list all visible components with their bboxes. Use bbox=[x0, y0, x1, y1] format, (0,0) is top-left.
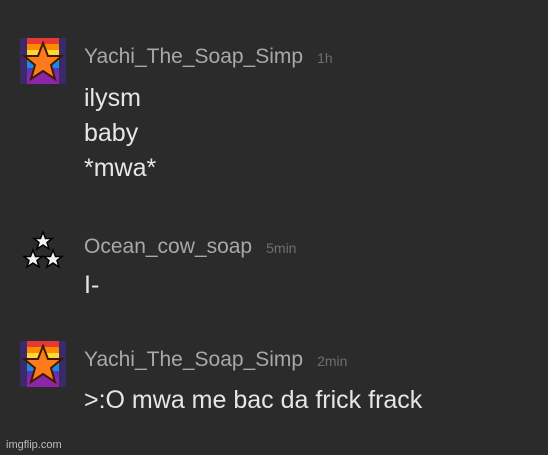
watermark: imgflip.com bbox=[6, 439, 62, 451]
message-line: *mwa* bbox=[84, 154, 157, 182]
chat-screen: { "messages": [ { "avatar": "rainbow-sta… bbox=[0, 0, 548, 455]
message-line: >:O mwa me bac da frick frack bbox=[84, 386, 423, 414]
timestamp: 2min bbox=[317, 353, 348, 369]
username[interactable]: Yachi_The_Soap_Simp bbox=[84, 45, 303, 68]
message-line: ilysm bbox=[84, 84, 141, 112]
rainbow-star-avatar-icon[interactable] bbox=[20, 38, 66, 84]
username[interactable]: Yachi_The_Soap_Simp bbox=[84, 348, 303, 371]
rainbow-star-avatar-icon[interactable] bbox=[20, 341, 66, 387]
username[interactable]: Ocean_cow_soap bbox=[84, 235, 252, 258]
message-line: baby bbox=[84, 119, 139, 147]
timestamp: 1h bbox=[317, 50, 333, 66]
message-line: I- bbox=[84, 271, 100, 299]
three-stars-avatar-icon[interactable] bbox=[20, 228, 66, 274]
timestamp: 5min bbox=[266, 240, 297, 256]
